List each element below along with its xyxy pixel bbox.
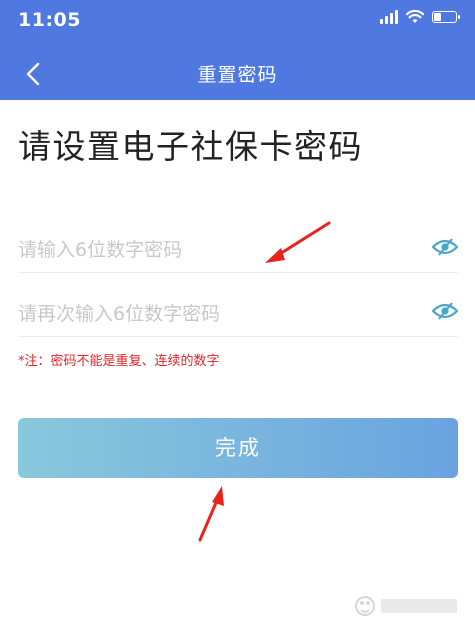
status-time: 11:05 — [18, 9, 81, 31]
wifi-icon — [406, 10, 424, 23]
annotation-arrow-icon — [198, 486, 224, 542]
confirm-password-field — [18, 286, 458, 337]
password-field — [18, 222, 458, 273]
password-rule-note: *注：密码不能是重复、连续的数字 — [18, 354, 220, 369]
battery-icon — [432, 11, 460, 23]
nav-title: 重置密码 — [197, 64, 278, 86]
confirm-password-input[interactable] — [18, 294, 418, 334]
eye-icon[interactable] — [432, 302, 458, 320]
eye-icon[interactable] — [432, 238, 458, 256]
page-title: 请设置电子社保卡密码 — [18, 127, 363, 166]
password-input[interactable] — [18, 230, 418, 270]
signal-icon — [380, 10, 398, 24]
status-icons — [380, 10, 460, 24]
done-button[interactable]: 完成 — [18, 418, 458, 478]
app-header: 11:05 重置密码 — [0, 0, 475, 100]
watermark-logo-icon — [355, 596, 457, 616]
